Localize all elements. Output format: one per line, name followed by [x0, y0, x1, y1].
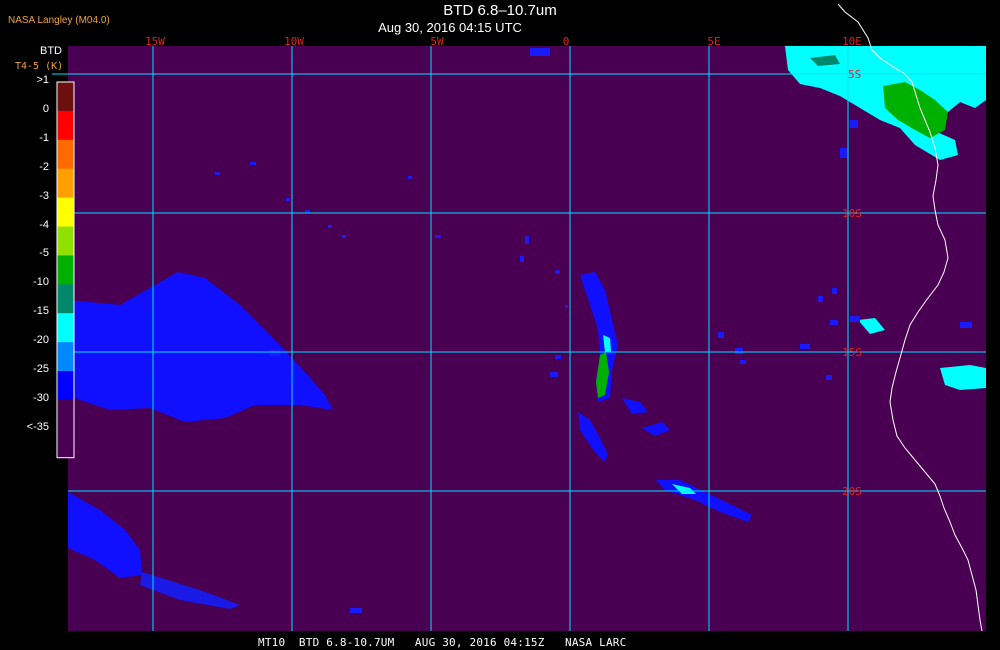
lon-label-10w: 10W — [284, 35, 304, 48]
btd-map-image: 15W 10W 5W 0 5E 10E 5S 10S 15S 20S — [52, 3, 986, 632]
lon-label-5w: 5W — [430, 35, 444, 48]
legend-swatch — [57, 399, 74, 430]
legend-label: -5 — [39, 247, 49, 260]
legend-label: -20 — [33, 334, 49, 347]
footer-caption: MT10 BTD 6.8-10.7UM AUG 30, 2016 04:15Z … — [258, 636, 627, 649]
lon-label-5e: 5E — [707, 35, 720, 48]
legend-swatch — [57, 197, 74, 227]
legend-color-bar — [56, 81, 75, 459]
legend-label: -1 — [39, 131, 49, 144]
legend-title: BTD — [40, 45, 62, 57]
lon-label-15w: 15W — [145, 35, 165, 48]
lat-label-10s: 10S — [842, 207, 862, 220]
legend-swatch — [57, 139, 74, 170]
legend-swatch — [57, 428, 74, 459]
legend-swatch — [57, 284, 74, 314]
legend-labels: >1 0 -1 -2 -3 -4 -5 -10 -15 -20 -25 -30 <-35 — [0, 74, 53, 436]
legend-label: -2 — [39, 160, 49, 173]
lat-label-20s: 20S — [842, 485, 862, 498]
legend-swatch — [57, 255, 74, 285]
legend-label: 0 — [42, 102, 49, 115]
legend-label: -3 — [39, 189, 49, 202]
legend-swatch — [57, 313, 74, 343]
lat-label-5s: 5S — [848, 68, 861, 81]
legend-swatch — [57, 371, 74, 401]
legend-label: >1 — [36, 74, 49, 86]
legend-label: -10 — [33, 276, 49, 289]
lon-label-0: 0 — [563, 35, 570, 48]
legend-label: -30 — [33, 391, 49, 404]
legend-label: -25 — [33, 363, 49, 375]
legend-swatch — [57, 168, 74, 199]
lat-label-15s: 15S — [842, 346, 862, 359]
legend-subtitle: T4-5 (K) — [15, 61, 64, 72]
lon-label-10e: 10E — [842, 35, 862, 48]
legend-label: -15 — [33, 305, 49, 318]
satellite-map-page: NASA Langley (M04.0) BTD 6.8–10.7um Aug … — [0, 0, 1000, 650]
legend-label: <-35 — [26, 420, 49, 433]
legend-swatch — [57, 82, 74, 112]
legend-label: -4 — [39, 218, 49, 231]
legend-swatch — [57, 342, 74, 372]
legend-swatch — [57, 110, 74, 141]
legend-swatch — [57, 226, 74, 256]
